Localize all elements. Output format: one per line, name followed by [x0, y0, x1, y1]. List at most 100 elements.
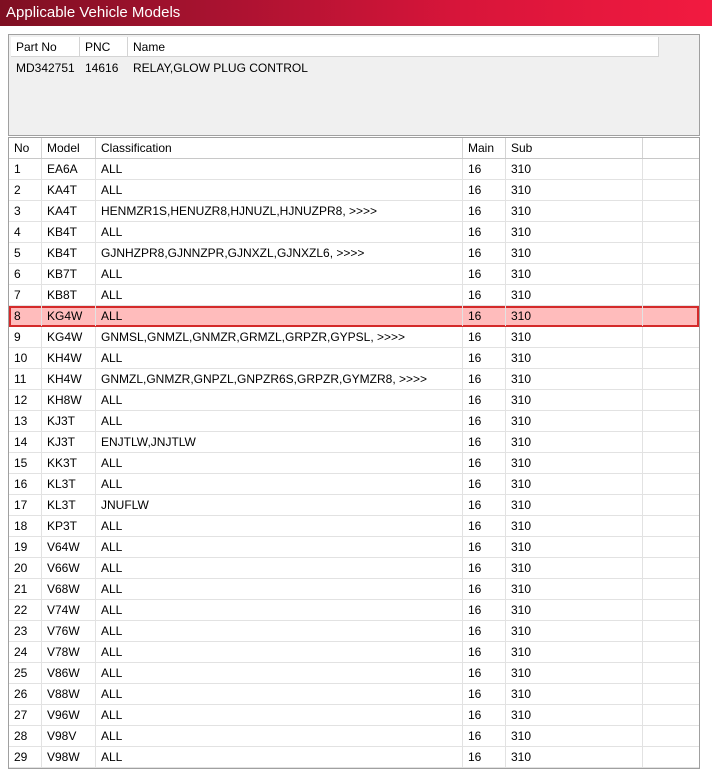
cell-classification: HENMZR1S,HENUZR8,HJNUZL,HJNUZPR8, >>>>: [96, 201, 463, 221]
column-header-main[interactable]: Main: [463, 138, 506, 158]
cell-classification: ALL: [96, 726, 463, 746]
table-row[interactable]: 24 V78W ALL 16 310: [9, 642, 699, 663]
cell-classification: ALL: [96, 264, 463, 284]
column-header-model[interactable]: Model: [42, 138, 96, 158]
cell-no: 11: [9, 369, 42, 389]
cell-main: 16: [463, 180, 506, 200]
table-row[interactable]: 29 V98W ALL 16 310: [9, 747, 699, 768]
table-row[interactable]: 20 V66W ALL 16 310: [9, 558, 699, 579]
cell-classification: ALL: [96, 621, 463, 641]
cell-model: V86W: [42, 663, 96, 683]
cell-no: 7: [9, 285, 42, 305]
cell-sub: 310: [506, 642, 643, 662]
cell-no: 27: [9, 705, 42, 725]
cell-sub: 310: [506, 495, 643, 515]
table-row[interactable]: 13 KJ3T ALL 16 310: [9, 411, 699, 432]
table-row[interactable]: 1 EA6A ALL 16 310: [9, 159, 699, 180]
cell-model: V88W: [42, 684, 96, 704]
table-row[interactable]: 18 KP3T ALL 16 310: [9, 516, 699, 537]
cell-filler: [643, 705, 699, 725]
cell-classification: ALL: [96, 306, 463, 326]
cell-classification: ALL: [96, 474, 463, 494]
cell-model: KB4T: [42, 222, 96, 242]
table-row[interactable]: 19 V64W ALL 16 310: [9, 537, 699, 558]
table-row[interactable]: 4 KB4T ALL 16 310: [9, 222, 699, 243]
cell-model: KJ3T: [42, 432, 96, 452]
cell-filler: [643, 621, 699, 641]
cell-sub: 310: [506, 621, 643, 641]
cell-no: 4: [9, 222, 42, 242]
cell-main: 16: [463, 495, 506, 515]
table-row[interactable]: 5 KB4T GJNHZPR8,GJNNZPR,GJNXZL,GJNXZL6, >>…: [9, 243, 699, 264]
cell-sub: 310: [506, 180, 643, 200]
cell-model: KH4W: [42, 348, 96, 368]
table-row[interactable]: 21 V68W ALL 16 310: [9, 579, 699, 600]
cell-filler: [643, 663, 699, 683]
window-title: Applicable Vehicle Models: [6, 4, 181, 21]
cell-no: 19: [9, 537, 42, 557]
cell-model: KK3T: [42, 453, 96, 473]
cell-filler: [643, 411, 699, 431]
cell-sub: 310: [506, 411, 643, 431]
cell-classification: GNMSL,GNMZL,GNMZR,GRMZL,GRPZR,GYPSL, >>>…: [96, 327, 463, 347]
cell-model: KG4W: [42, 306, 96, 326]
column-header-filler: [643, 138, 699, 158]
table-row[interactable]: 27 V96W ALL 16 310: [9, 705, 699, 726]
table-row[interactable]: 9 KG4W GNMSL,GNMZL,GNMZR,GRMZL,GRPZR,GYPSL…: [9, 327, 699, 348]
cell-classification: GNMZL,GNMZR,GNPZL,GNPZR6S,GRPZR,GYMZR8, …: [96, 369, 463, 389]
cell-classification: ALL: [96, 348, 463, 368]
cell-classification: ALL: [96, 684, 463, 704]
cell-model: V98W: [42, 747, 96, 767]
cell-model: V78W: [42, 642, 96, 662]
table-row[interactable]: 12 KH8W ALL 16 310: [9, 390, 699, 411]
cell-model: KA4T: [42, 180, 96, 200]
table-row[interactable]: 10 KH4W ALL 16 310: [9, 348, 699, 369]
cell-classification: ALL: [96, 411, 463, 431]
column-header-no[interactable]: No: [9, 138, 42, 158]
cell-main: 16: [463, 285, 506, 305]
cell-filler: [643, 159, 699, 179]
cell-filler: [643, 453, 699, 473]
cell-filler: [643, 537, 699, 557]
column-header-classification[interactable]: Classification: [96, 138, 463, 158]
cell-main: 16: [463, 558, 506, 578]
table-row[interactable]: 16 KL3T ALL 16 310: [9, 474, 699, 495]
part-info-header: Part No PNC Name: [11, 37, 659, 57]
cell-no: 15: [9, 453, 42, 473]
table-row[interactable]: 22 V74W ALL 16 310: [9, 600, 699, 621]
cell-classification: ALL: [96, 390, 463, 410]
table-row[interactable]: 25 V86W ALL 16 310: [9, 663, 699, 684]
cell-filler: [643, 243, 699, 263]
cell-model: KH8W: [42, 390, 96, 410]
table-row[interactable]: 6 KB7T ALL 16 310: [9, 264, 699, 285]
table-row-selected[interactable]: 8 KG4W ALL 16 310: [9, 306, 699, 327]
cell-main: 16: [463, 159, 506, 179]
cell-sub: 310: [506, 159, 643, 179]
table-row[interactable]: 11 KH4W GNMZL,GNMZR,GNPZL,GNPZR6S,GRPZR,GY…: [9, 369, 699, 390]
header-pnc[interactable]: PNC: [80, 37, 128, 56]
cell-main: 16: [463, 600, 506, 620]
cell-no: 16: [9, 474, 42, 494]
header-part-no[interactable]: Part No: [11, 37, 80, 56]
table-row[interactable]: 28 V98V ALL 16 310: [9, 726, 699, 747]
cell-filler: [643, 180, 699, 200]
header-name[interactable]: Name: [128, 37, 659, 56]
cell-main: 16: [463, 264, 506, 284]
cell-no: 17: [9, 495, 42, 515]
table-row[interactable]: 15 KK3T ALL 16 310: [9, 453, 699, 474]
table-row[interactable]: 7 KB8T ALL 16 310: [9, 285, 699, 306]
cell-no: 13: [9, 411, 42, 431]
table-row[interactable]: 17 KL3T JNUFLW 16 310: [9, 495, 699, 516]
table-row[interactable]: 26 V88W ALL 16 310: [9, 684, 699, 705]
column-header-sub[interactable]: Sub: [506, 138, 643, 158]
cell-no: 2: [9, 180, 42, 200]
table-row[interactable]: 14 KJ3T ENJTLW,JNJTLW 16 310: [9, 432, 699, 453]
cell-model: KA4T: [42, 201, 96, 221]
cell-classification: ALL: [96, 579, 463, 599]
cell-sub: 310: [506, 243, 643, 263]
cell-classification: ALL: [96, 222, 463, 242]
table-row[interactable]: 2 KA4T ALL 16 310: [9, 180, 699, 201]
table-row[interactable]: 23 V76W ALL 16 310: [9, 621, 699, 642]
cell-main: 16: [463, 306, 506, 326]
table-row[interactable]: 3 KA4T HENMZR1S,HENUZR8,HJNUZL,HJNUZPR8, >…: [9, 201, 699, 222]
